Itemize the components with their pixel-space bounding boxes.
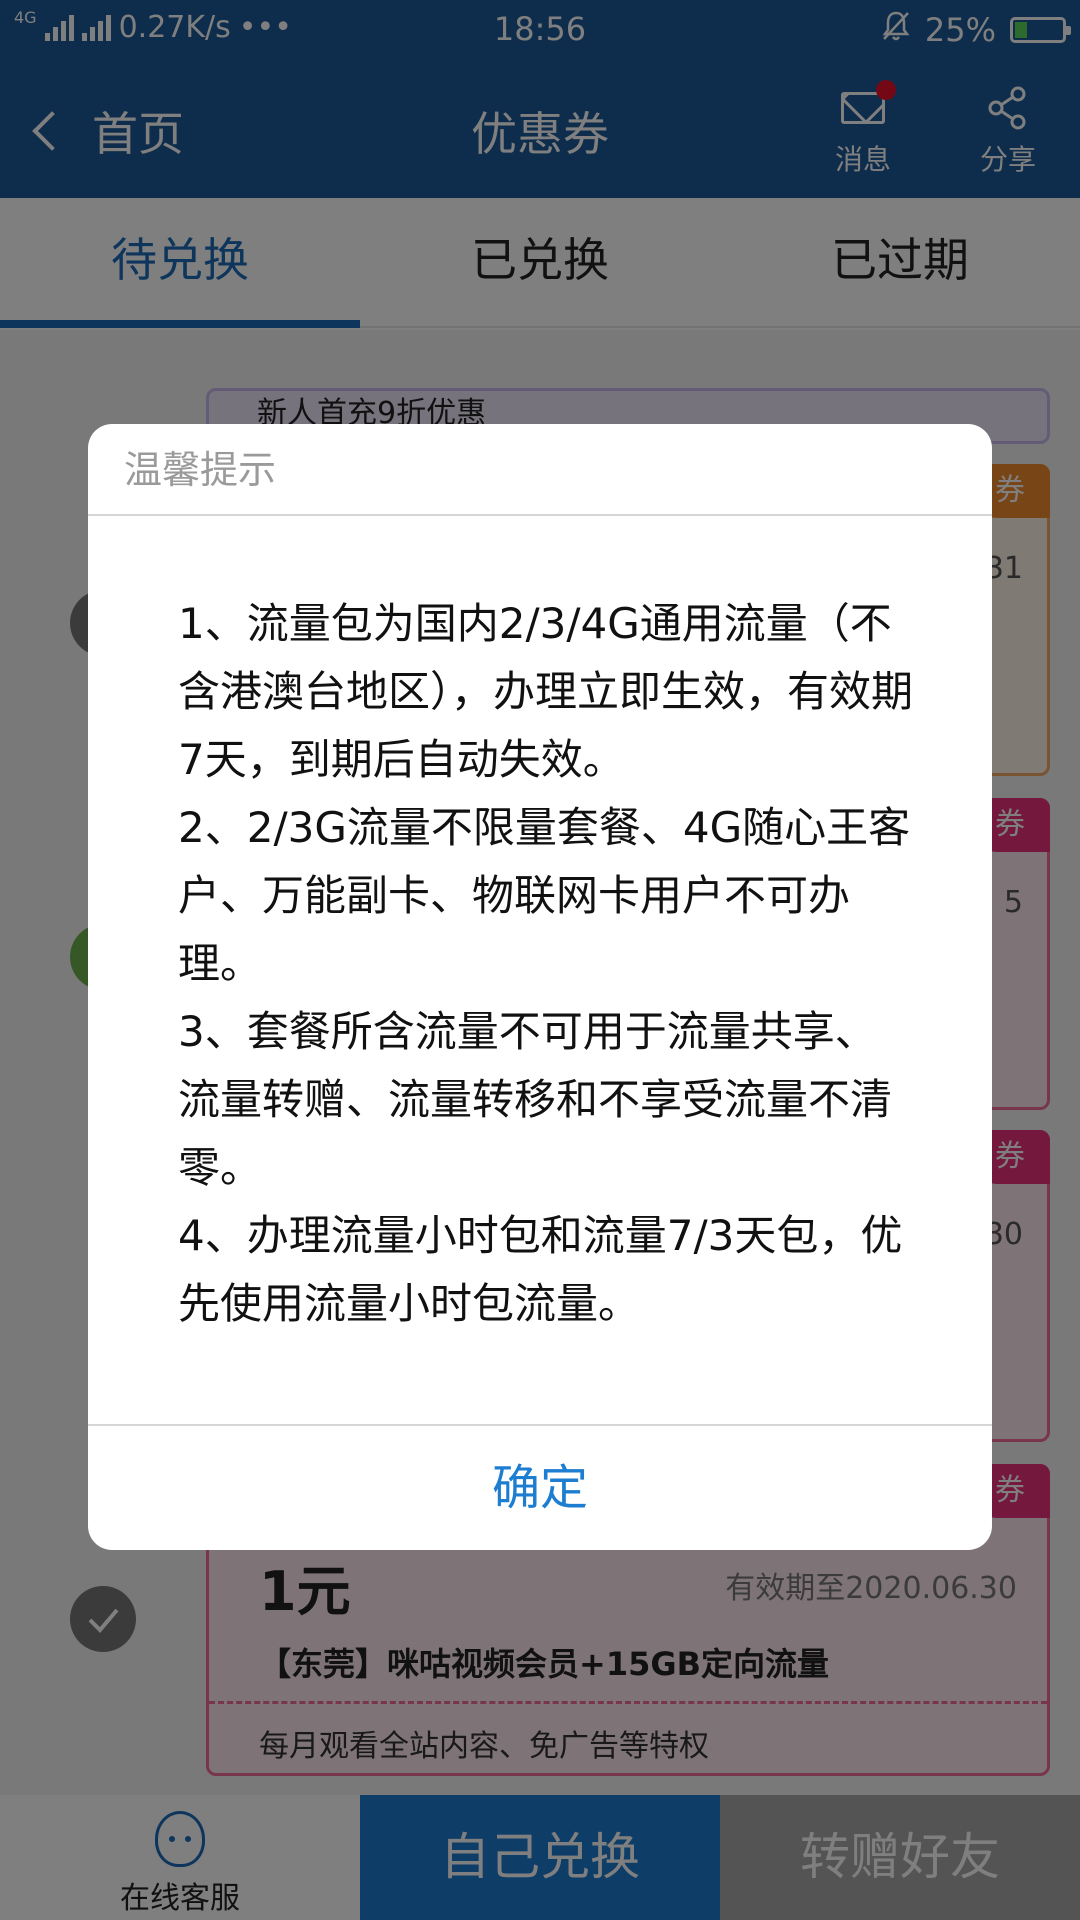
confirm-button[interactable]: 确定 <box>88 1424 992 1550</box>
dialog-item: 1、流量包为国内2/3/4G通用流量（不含港澳台地区），办理立即生效，有效期7天… <box>178 599 914 784</box>
dialog-body: 1、流量包为国内2/3/4G通用流量（不含港澳台地区），办理立即生效，有效期7天… <box>178 590 918 1338</box>
tips-dialog: 温馨提示 1、流量包为国内2/3/4G通用流量（不含港澳台地区），办理立即生效，… <box>88 424 992 1550</box>
dialog-item: 2、2/3G流量不限量套餐、4G随心王客户、万能副卡、物联网卡用户不可办理。 <box>178 803 911 988</box>
dialog-item: 4、办理流量小时包和流量7/3天包，优先使用流量小时包流量。 <box>178 1211 903 1328</box>
dialog-title: 温馨提示 <box>88 424 992 516</box>
dialog-item: 3、套餐所含流量不可用于流量共享、流量转赠、流量转移和不享受流量不清零。 <box>178 1007 893 1192</box>
